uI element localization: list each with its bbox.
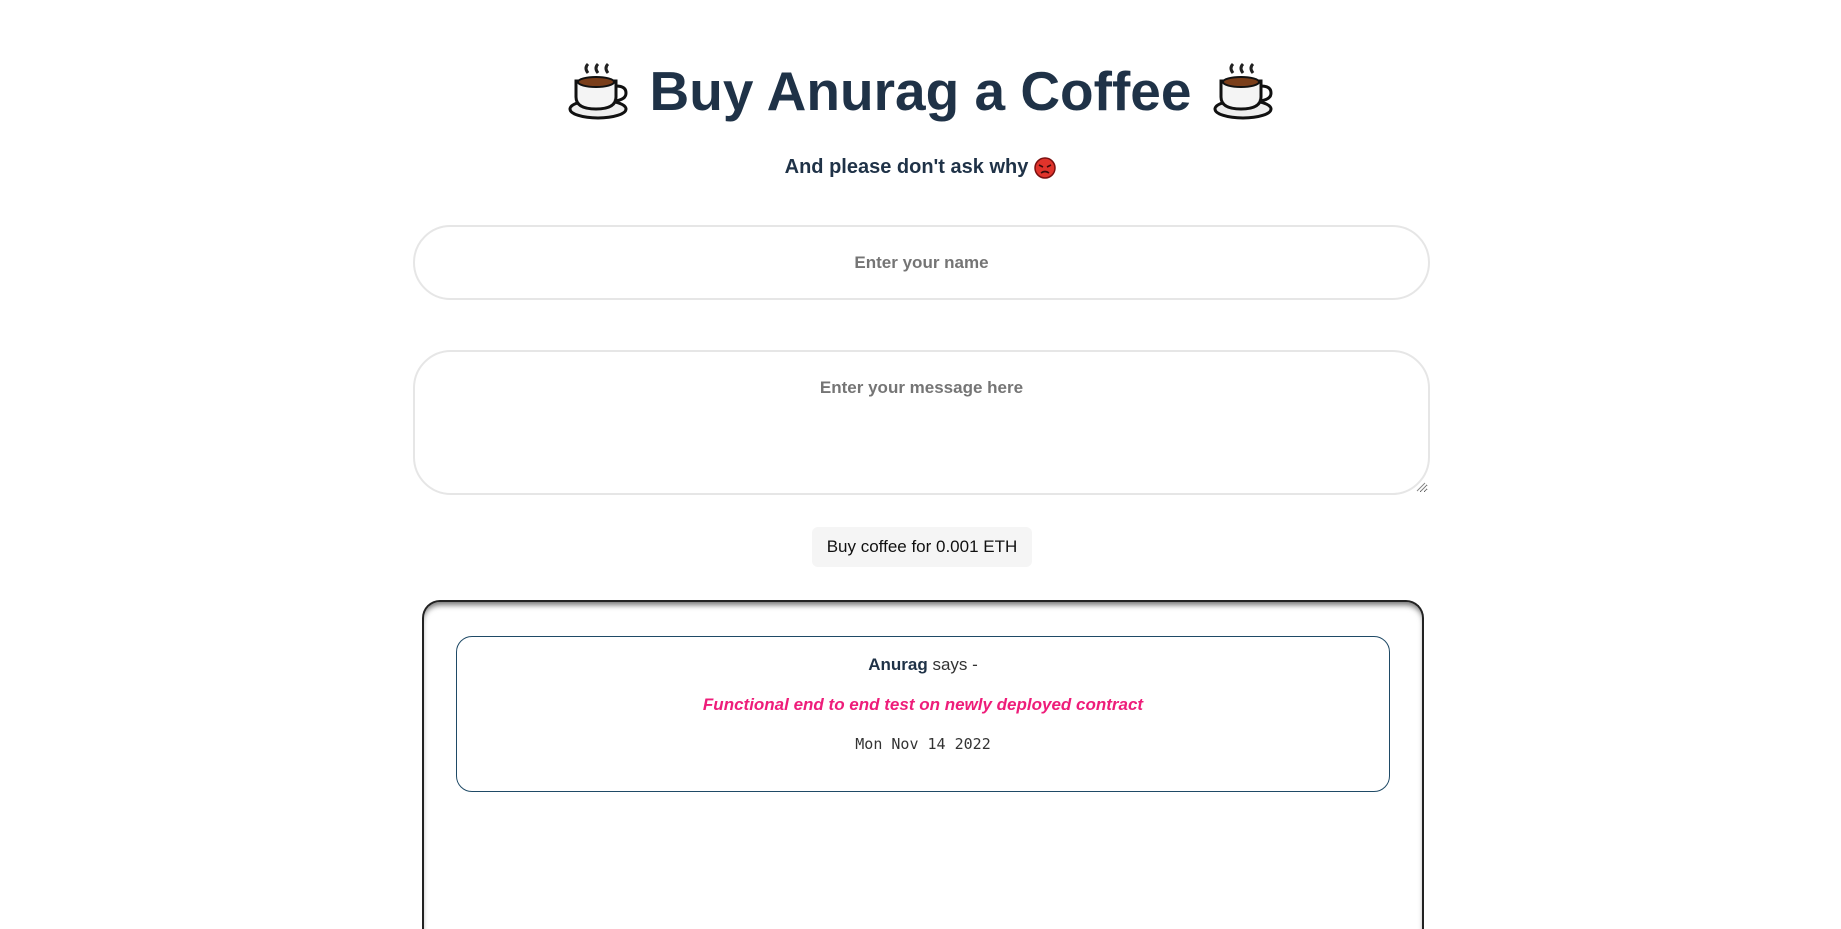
memo-author: Anurag [868, 655, 928, 674]
memo-author-line: Anurag says - [457, 655, 1389, 675]
buy-coffee-button[interactable]: Buy coffee for 0.001 ETH [812, 527, 1032, 567]
page: Buy Anurag a Coffee And please don't ask… [0, 0, 1841, 929]
header: Buy Anurag a Coffee [0, 56, 1841, 126]
message-input[interactable] [413, 350, 1430, 495]
subtitle: And please don't ask why [784, 156, 1029, 178]
angry-face-icon [1034, 156, 1057, 179]
subtitle-row: And please don't ask why [0, 156, 1841, 179]
hot-beverage-icon [1213, 62, 1273, 120]
memo-says-label: says - [932, 655, 978, 674]
memo-date: Mon Nov 14 2022 [855, 735, 991, 753]
hot-beverage-icon [568, 62, 628, 120]
resize-handle-icon[interactable] [1416, 482, 1426, 492]
memos-panel: Anurag says - Functional end to end test… [422, 600, 1424, 929]
memo-card: Anurag says - Functional end to end test… [456, 636, 1390, 792]
page-title: Buy Anurag a Coffee [649, 60, 1192, 122]
memo-message: Functional end to end test on newly depl… [702, 695, 1144, 714]
name-input[interactable] [413, 225, 1430, 300]
